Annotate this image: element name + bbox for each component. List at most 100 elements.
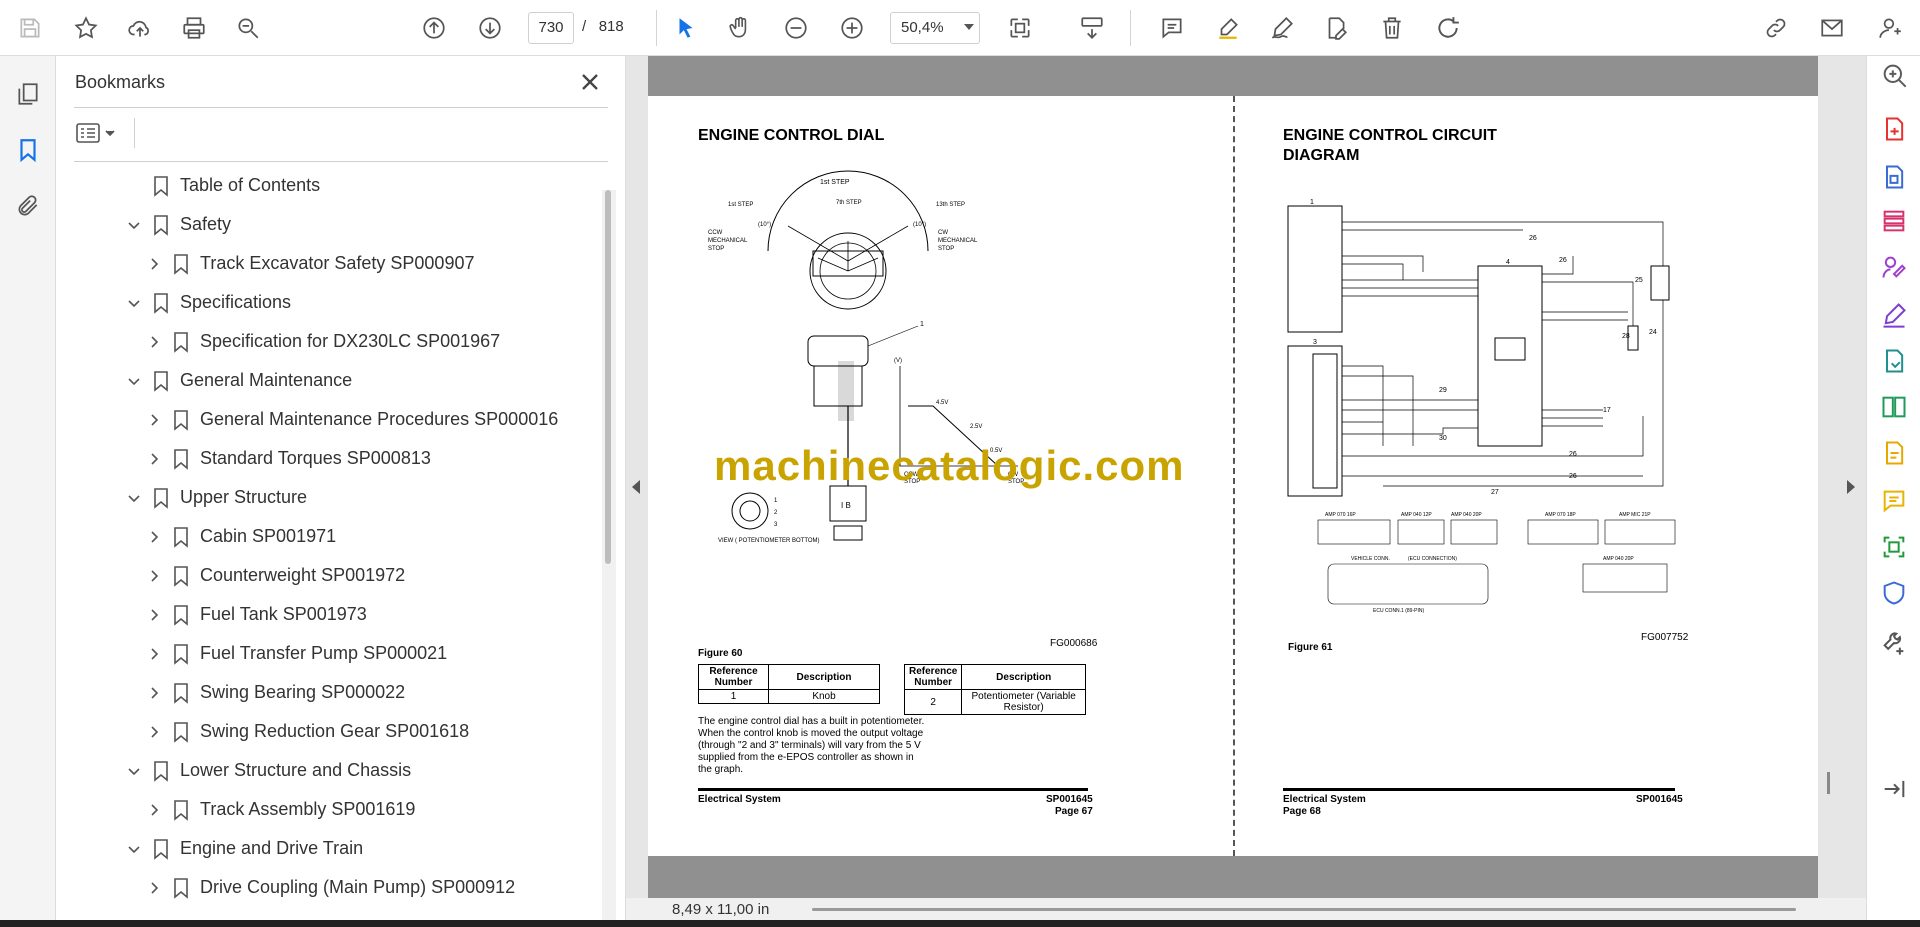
bookmark-icon xyxy=(152,838,170,860)
page-down-icon[interactable] xyxy=(472,10,508,46)
bookmark-item[interactable]: Safety xyxy=(56,207,596,243)
email-icon[interactable] xyxy=(1814,10,1850,46)
engine-control-circuit-diagram: 1 3 4 25 24 28 26 26 26 26 27 29 30 17 A… xyxy=(1287,199,1676,614)
print-icon[interactable] xyxy=(176,10,212,46)
bookmark-item[interactable]: Upper Structure xyxy=(56,480,596,516)
chevron-right-icon[interactable] xyxy=(146,412,162,428)
fit-page-icon[interactable] xyxy=(1002,10,1038,46)
more-tools-icon[interactable] xyxy=(1879,628,1909,658)
star-icon[interactable] xyxy=(68,10,104,46)
svg-text:VEHICLE CONN.: VEHICLE CONN. xyxy=(1351,556,1390,562)
chevron-right-icon[interactable] xyxy=(146,607,162,623)
page-number-input[interactable]: 730 xyxy=(528,12,574,44)
footer-rule xyxy=(698,788,1088,791)
export-pdf-icon[interactable] xyxy=(1879,114,1909,144)
chevron-down-icon[interactable] xyxy=(964,24,974,30)
bookmark-item[interactable]: Track Excavator Safety SP000907 xyxy=(56,246,596,282)
chevron-down-icon[interactable] xyxy=(126,841,142,857)
page-up-icon[interactable] xyxy=(416,10,452,46)
bookmark-item[interactable]: Fuel Tank SP001973 xyxy=(56,597,596,633)
bookmark-icon xyxy=(172,409,190,431)
chevron-down-icon[interactable] xyxy=(126,217,142,233)
chevron-down-icon[interactable] xyxy=(126,763,142,779)
bookmark-label: Specification for DX230LC SP001967 xyxy=(200,331,501,351)
chevron-right-icon[interactable] xyxy=(146,334,162,350)
svg-text:AMP 040 20P: AMP 040 20P xyxy=(1451,512,1482,518)
bookmark-item[interactable]: Engine and Drive Train xyxy=(56,831,596,867)
select-cursor-icon[interactable] xyxy=(668,10,704,46)
bookmark-label: Safety xyxy=(180,214,232,234)
chevron-right-icon[interactable] xyxy=(146,802,162,818)
zoom-search-icon[interactable] xyxy=(230,10,266,46)
create-pdf-icon[interactable] xyxy=(1879,162,1909,192)
chevron-right-icon[interactable] xyxy=(146,568,162,584)
sign-icon[interactable] xyxy=(1264,10,1300,46)
scan-icon[interactable] xyxy=(1879,532,1909,562)
fill-sign-icon[interactable] xyxy=(1879,300,1909,330)
bookmark-item[interactable]: Track Assembly SP001619 xyxy=(56,792,596,828)
zoom-search-icon[interactable] xyxy=(1879,60,1909,90)
table-header: Reference Number xyxy=(698,664,769,690)
bookmark-item[interactable]: Swing Bearing SP000022 xyxy=(56,675,596,711)
protect-icon[interactable] xyxy=(1879,578,1909,608)
zoom-out-icon[interactable] xyxy=(778,10,814,46)
chevron-right-icon[interactable] xyxy=(146,529,162,545)
bookmark-item[interactable]: Standard Torques SP000813 xyxy=(56,441,596,477)
svg-text:AMP 070 18P: AMP 070 18P xyxy=(1545,512,1576,518)
bookmark-label: Fuel Tank SP001973 xyxy=(200,604,367,624)
bookmark-item[interactable]: Specification for DX230LC SP001967 xyxy=(56,324,596,360)
chevron-right-icon[interactable] xyxy=(146,646,162,662)
chevron-right-icon[interactable] xyxy=(146,685,162,701)
bookmark-item[interactable]: Lower Structure and Chassis xyxy=(56,753,596,789)
close-icon[interactable] xyxy=(576,68,604,96)
comment-icon[interactable] xyxy=(1879,486,1909,516)
scroll-mode-icon[interactable] xyxy=(1074,10,1110,46)
compare-icon[interactable] xyxy=(1879,392,1909,422)
chevron-right-icon[interactable] xyxy=(146,451,162,467)
bookmark-item[interactable]: Swing Reduction Gear SP001618 xyxy=(56,714,596,750)
highlight-icon[interactable] xyxy=(1210,10,1246,46)
bookmark-item[interactable]: Counterweight SP001972 xyxy=(56,558,596,594)
bookmark-item[interactable]: General Maintenance Procedures SP000016 xyxy=(56,402,596,438)
bookmark-item[interactable]: Fuel Transfer Pump SP000021 xyxy=(56,636,596,672)
edit-pdf-icon[interactable] xyxy=(1318,10,1354,46)
rotate-icon[interactable] xyxy=(1430,10,1466,46)
bookmark-options-button[interactable] xyxy=(74,118,124,148)
svg-text:26: 26 xyxy=(1559,257,1567,264)
bookmark-icon[interactable] xyxy=(10,132,46,168)
page-heading: ENGINE CONTROL CIRCUIT DIAGRAM xyxy=(1283,126,1497,166)
delete-icon[interactable] xyxy=(1374,10,1410,46)
svg-text:AMP 040 12P: AMP 040 12P xyxy=(1401,512,1432,518)
horizontal-scrollbar[interactable] xyxy=(812,908,1796,911)
organize-pages-icon[interactable] xyxy=(1879,206,1909,236)
expand-panel-icon[interactable] xyxy=(1879,774,1909,804)
bookmark-item[interactable]: Specifications xyxy=(56,285,596,321)
hand-icon[interactable] xyxy=(722,10,758,46)
edit-pdf-icon[interactable] xyxy=(1879,438,1909,468)
chevron-down-icon[interactable] xyxy=(126,373,142,389)
zoom-in-icon[interactable] xyxy=(834,10,870,46)
bookmark-item[interactable]: Table of Contents xyxy=(56,168,596,204)
request-signature-icon[interactable] xyxy=(1879,252,1909,282)
export-icon[interactable] xyxy=(1879,346,1909,376)
vertical-scroll-indicator[interactable] xyxy=(1827,772,1830,794)
save-icon[interactable] xyxy=(12,10,48,46)
page-thumbnails-icon[interactable] xyxy=(10,76,46,112)
share-link-icon[interactable] xyxy=(1758,10,1794,46)
bookmark-item[interactable]: Drive Coupling (Main Pump) SP000912 xyxy=(56,870,596,906)
bookmark-item[interactable]: General Maintenance xyxy=(56,363,596,399)
bookmark-item[interactable]: Cabin SP001971 xyxy=(56,519,596,555)
bookmarks-scrollbar-thumb[interactable] xyxy=(605,190,611,564)
chevron-down-icon[interactable] xyxy=(126,490,142,506)
upload-icon[interactable] xyxy=(122,10,158,46)
main-toolbar: 730 / 818 50,4% xyxy=(0,0,1920,56)
chevron-right-icon[interactable] xyxy=(146,256,162,272)
chevron-right-icon[interactable] xyxy=(146,724,162,740)
chevron-down-icon[interactable] xyxy=(126,295,142,311)
account-icon[interactable] xyxy=(1872,10,1908,46)
attachment-icon[interactable] xyxy=(10,188,46,224)
chevron-left-icon[interactable] xyxy=(632,480,640,494)
chevron-right-icon[interactable] xyxy=(146,880,162,896)
comment-icon[interactable] xyxy=(1154,10,1190,46)
chevron-right-icon[interactable] xyxy=(1847,480,1855,494)
